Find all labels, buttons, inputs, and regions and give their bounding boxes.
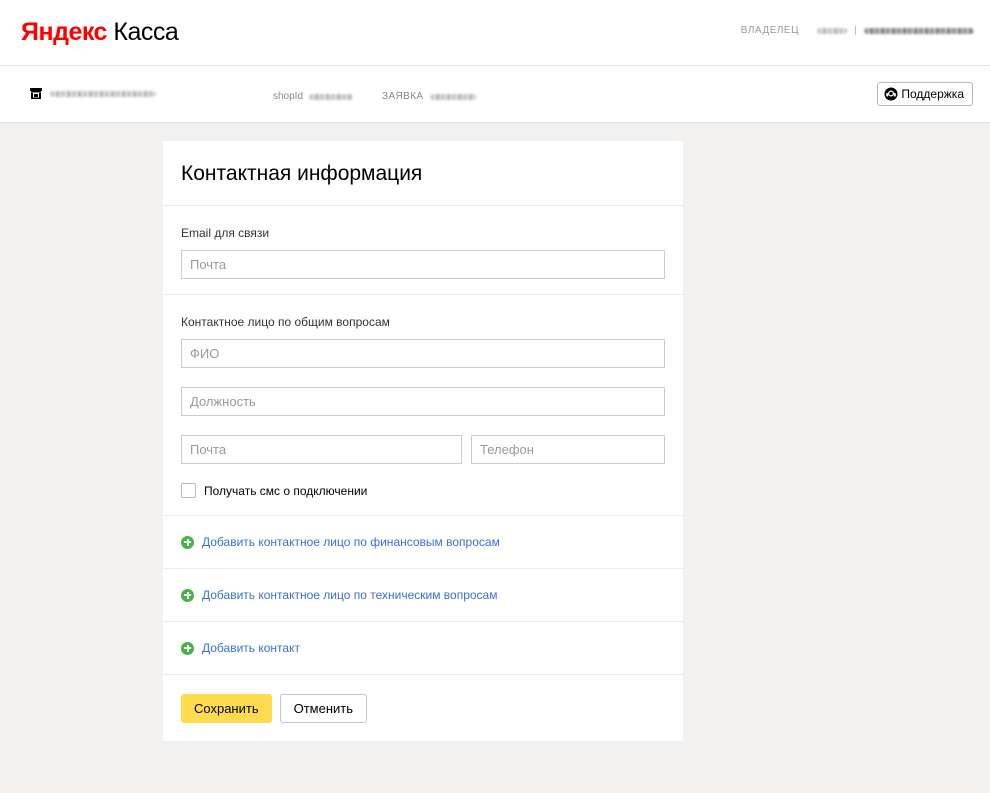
shop-id-label: shopId	[273, 91, 304, 102]
application-label: ЗАЯВКА	[382, 91, 424, 102]
logo-yandex-text: Яндекс	[21, 18, 107, 46]
owner-info: ВЛАДЕЛЕЦ	[741, 25, 974, 36]
top-header: Яндекс Касса ВЛАДЕЛЕЦ	[0, 0, 990, 66]
plus-circle-icon	[181, 535, 194, 549]
plus-circle-icon	[181, 641, 194, 655]
owner-id-redacted	[817, 27, 847, 34]
phone-input[interactable]	[471, 435, 665, 464]
sms-checkbox-row: Получать смс о подключении	[181, 483, 665, 498]
shop-id-redacted	[309, 93, 354, 100]
owner-email-redacted[interactable]	[864, 27, 974, 34]
yandex-kassa-logo[interactable]: Яндекс Касса	[21, 17, 179, 47]
general-contact-section: Контактное лицо по общим вопросам Получа…	[163, 295, 683, 516]
email-phone-row	[181, 435, 665, 464]
support-label: Поддержка	[901, 87, 964, 101]
shop-icon	[30, 88, 42, 99]
add-financial-contact-label: Добавить контактное лицо по финансовым в…	[202, 535, 500, 549]
save-button[interactable]: Сохранить	[181, 694, 272, 723]
application-block: ЗАЯВКА	[382, 91, 476, 102]
cancel-button[interactable]: Отменить	[279, 694, 368, 723]
position-input[interactable]	[181, 387, 665, 416]
owner-divider	[855, 26, 856, 35]
plus-circle-icon	[181, 588, 194, 602]
add-contact-label: Добавить контакт	[202, 641, 300, 655]
contact-person-email-input[interactable]	[181, 435, 462, 464]
support-button[interactable]: Поддержка	[877, 82, 973, 106]
sms-checkbox-label[interactable]: Получать смс о подключении	[204, 484, 367, 498]
owner-label: ВЛАДЕЛЕЦ	[740, 25, 799, 36]
shop-name-block[interactable]	[30, 88, 156, 99]
email-section: Email для связи	[163, 206, 683, 295]
add-financial-contact-link[interactable]: Добавить контактное лицо по финансовым в…	[163, 516, 683, 569]
email-section-label: Email для связи	[181, 226, 270, 240]
headset-icon	[884, 87, 898, 101]
add-contact-link[interactable]: Добавить контакт	[163, 622, 683, 675]
shop-subheader: shopId ЗАЯВКА Поддержка	[0, 66, 990, 123]
contact-email-input[interactable]	[181, 250, 665, 279]
full-name-input[interactable]	[181, 339, 665, 368]
sms-checkbox[interactable]	[181, 483, 196, 498]
add-technical-contact-label: Добавить контактное лицо по техническим …	[202, 588, 498, 602]
shop-name-redacted	[50, 90, 156, 97]
form-actions: Сохранить Отменить	[163, 675, 683, 723]
add-technical-contact-link[interactable]: Добавить контактное лицо по техническим …	[163, 569, 683, 622]
logo-kassa-text: Касса	[113, 18, 179, 46]
page-title: Контактная информация	[163, 141, 683, 206]
application-id-redacted	[429, 93, 476, 100]
shop-id-block: shopId	[273, 91, 354, 102]
general-contact-label: Контактное лицо по общим вопросам	[181, 315, 390, 329]
contact-info-card: Контактная информация Email для связи Ко…	[163, 141, 683, 741]
